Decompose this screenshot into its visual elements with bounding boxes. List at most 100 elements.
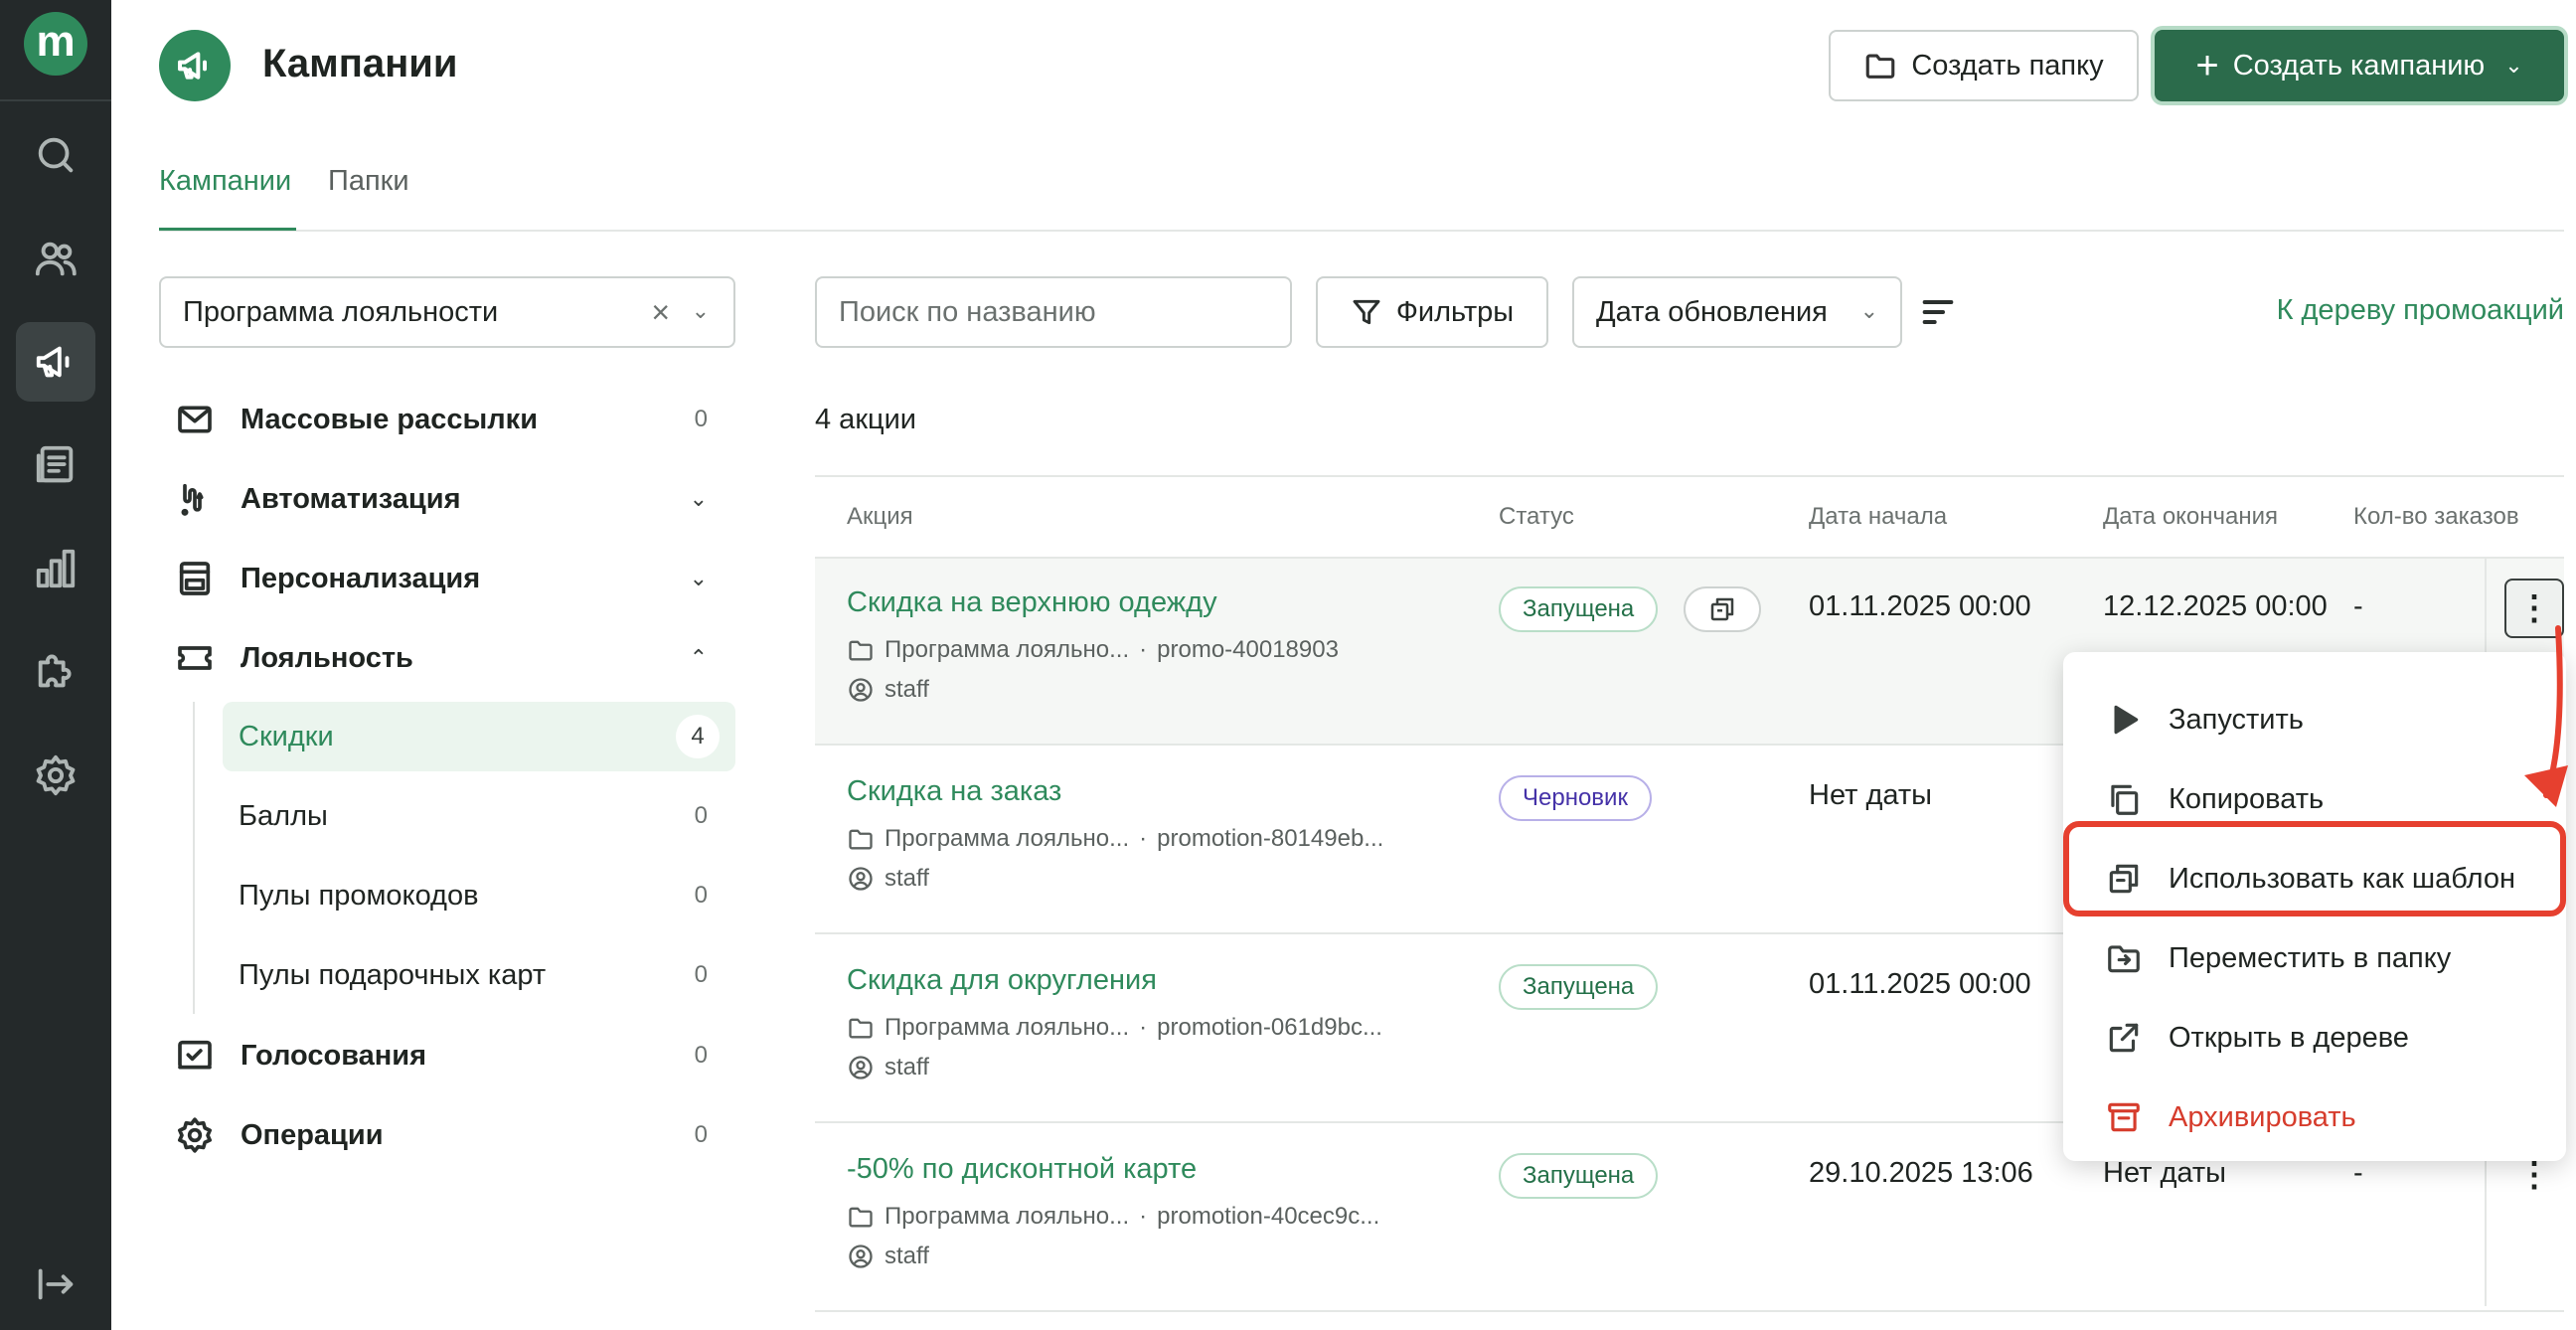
- nav-operations[interactable]: Операции 0: [175, 1103, 735, 1167]
- sub-item-count: 0: [694, 882, 708, 909]
- owner-name: staff: [885, 1243, 929, 1269]
- create-campaign-label: Создать кампанию: [2232, 49, 2486, 82]
- clear-icon[interactable]: ×: [651, 294, 670, 331]
- tabs-divider: [159, 230, 2564, 232]
- move-folder-icon: [2108, 945, 2140, 973]
- column-header-status[interactable]: Статус: [1499, 503, 1574, 531]
- start-date: Нет даты: [1809, 779, 1932, 811]
- campaign-owner: staff: [847, 1054, 929, 1081]
- create-campaign-button[interactable]: + Создать кампанию ⌄: [2155, 30, 2564, 101]
- end-date: Нет даты: [2103, 1157, 2226, 1189]
- nav-label: Операции: [241, 1118, 384, 1151]
- program-select[interactable]: Программа лояльности × ⌄: [159, 276, 735, 348]
- folder-icon: [1866, 54, 1895, 79]
- meta-separator: ·: [1139, 1014, 1148, 1041]
- sub-item-discounts[interactable]: Скидки 4: [223, 702, 735, 771]
- mail-icon: [178, 406, 212, 433]
- campaign-folder: Программа лояльно...: [885, 1203, 1130, 1230]
- menu-item-run[interactable]: Запустить: [2063, 680, 2566, 759]
- rail-customers[interactable]: [16, 219, 95, 298]
- rail-analytics[interactable]: [16, 529, 95, 608]
- sort-icon: [1922, 300, 1954, 324]
- campaign-name-link[interactable]: Скидка для округления: [847, 964, 1157, 997]
- user-circle-icon: [849, 1056, 873, 1080]
- filters-label: Фильтры: [1395, 295, 1515, 328]
- promo-tree-link[interactable]: К дереву промоакций: [2277, 294, 2564, 327]
- rail-divider: [0, 99, 111, 101]
- sub-item-promo-pools[interactable]: Пулы промокодов 0: [223, 861, 735, 930]
- campaign-code: promotion-80149eb...: [1157, 825, 1384, 852]
- chevron-down-icon: ⌄: [1859, 298, 1878, 323]
- nav-personalization[interactable]: Персонализация ⌄: [175, 547, 735, 610]
- tab-folders[interactable]: Папки: [328, 165, 409, 198]
- menu-item-label: Открыть в дереве: [2169, 1021, 2409, 1054]
- analytics-icon: [36, 549, 76, 588]
- menu-item-move-to-folder[interactable]: Переместить в папку: [2063, 918, 2566, 998]
- column-header-start[interactable]: Дата начала: [1809, 503, 1947, 531]
- search-input[interactable]: [815, 276, 1292, 348]
- campaign-code: promotion-40cec9c...: [1157, 1203, 1380, 1230]
- chevron-down-icon[interactable]: ⌄: [692, 298, 710, 324]
- chevron-up-icon: ⌃: [689, 645, 708, 670]
- start-date: 01.11.2025 00:00: [1809, 590, 2031, 622]
- owner-name: staff: [885, 1054, 929, 1081]
- nav-label: Голосования: [241, 1039, 427, 1072]
- rail-integrations[interactable]: [16, 632, 95, 712]
- rail-search[interactable]: [16, 115, 95, 195]
- template-badge[interactable]: [1684, 586, 1761, 632]
- rail-content[interactable]: [16, 425, 95, 505]
- sub-item-gift-card-pools[interactable]: Пулы подарочных карт 0: [223, 940, 735, 1010]
- filters-button[interactable]: Фильтры: [1316, 276, 1548, 348]
- filter-icon: [1353, 299, 1380, 325]
- campaign-folder: Программа лояльно...: [885, 636, 1130, 663]
- owner-name: staff: [885, 676, 929, 703]
- nav-votes[interactable]: Голосования 0: [175, 1024, 735, 1087]
- rail-campaigns[interactable]: [16, 322, 95, 402]
- external-link-icon: [2109, 1023, 2139, 1053]
- automation-icon: [181, 483, 204, 516]
- campaign-name-link[interactable]: Скидка на заказ: [847, 775, 1061, 808]
- status-badge: Запущена: [1499, 586, 1659, 632]
- campaign-name-link[interactable]: -50% по дисконтной карте: [847, 1153, 1197, 1186]
- sub-item-label: Пулы промокодов: [239, 879, 479, 912]
- menu-item-archive[interactable]: Архивировать: [2063, 1078, 2566, 1157]
- status-badge: Запущена: [1499, 1153, 1659, 1199]
- nav-mass-mailings[interactable]: Массовые рассылки 0: [175, 388, 735, 451]
- menu-item-label: Запустить: [2169, 703, 2304, 736]
- campaign-name-link[interactable]: Скидка на верхнюю одежду: [847, 586, 1217, 619]
- sub-item-points[interactable]: Баллы 0: [223, 781, 735, 851]
- sort-order-button[interactable]: [1918, 292, 1958, 332]
- campaign-folder: Программа лояльно...: [885, 825, 1130, 852]
- app-logo[interactable]: m: [24, 12, 87, 76]
- results-count: 4 акции: [815, 404, 917, 435]
- nav-loyalty[interactable]: Лояльность ⌃: [175, 626, 735, 690]
- nav-label: Автоматизация: [241, 482, 461, 515]
- column-header-end[interactable]: Дата окончания: [2103, 503, 2278, 531]
- owner-name: staff: [885, 865, 929, 892]
- nav-count: 0: [694, 1042, 708, 1069]
- menu-item-label: Копировать: [2169, 782, 2325, 815]
- tab-campaigns[interactable]: Кампании: [159, 165, 291, 198]
- column-header-orders[interactable]: Кол-во заказов: [2353, 503, 2519, 531]
- user-circle-icon: [849, 1245, 873, 1268]
- column-header-action[interactable]: Акция: [847, 503, 913, 531]
- program-select-value: Программа лояльности: [183, 295, 499, 328]
- folder-icon: [849, 640, 873, 661]
- folder-icon: [849, 829, 873, 850]
- nav-automation[interactable]: Автоматизация ⌄: [175, 467, 735, 531]
- row-actions-button[interactable]: ⋮: [2504, 579, 2564, 638]
- menu-item-open-in-tree[interactable]: Открыть в дереве: [2063, 998, 2566, 1078]
- search-icon: [38, 137, 74, 173]
- rail-settings[interactable]: [16, 736, 95, 815]
- chevron-down-icon: ⌄: [689, 566, 708, 590]
- settings-icon: [36, 754, 76, 796]
- create-folder-button[interactable]: Создать папку: [1829, 30, 2139, 101]
- folder-icon: [849, 1207, 873, 1228]
- icon-rail: m: [0, 0, 111, 1330]
- plus-icon: +: [2195, 44, 2219, 87]
- puzzle-icon: [38, 654, 72, 688]
- sort-select[interactable]: Дата обновления ⌄: [1572, 276, 1902, 348]
- nav-count: 0: [694, 1121, 708, 1148]
- rail-collapse[interactable]: [16, 1245, 95, 1324]
- sub-item-count: 0: [694, 961, 708, 988]
